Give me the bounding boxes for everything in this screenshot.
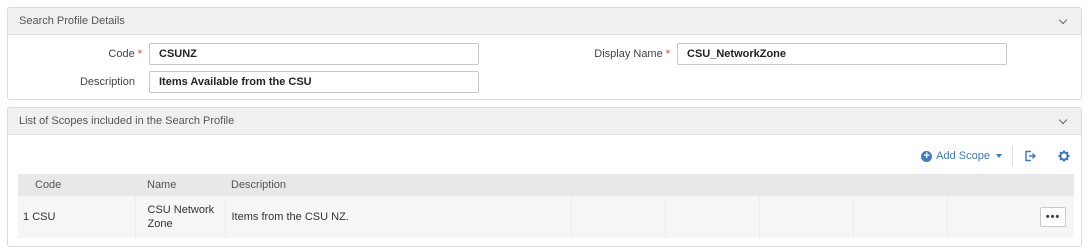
scope-description: Items from the CSU NZ. [225, 196, 572, 238]
details-panel-header[interactable]: Search Profile Details [8, 8, 1081, 35]
row-actions-cell: ••• [947, 196, 1074, 238]
cell-code: 1 CSU [18, 196, 136, 238]
table-row[interactable]: 1 CSU CSU Network Zone Items from the CS… [18, 196, 1074, 238]
add-scope-label: Add Scope [936, 150, 990, 162]
empty-cell [759, 196, 854, 238]
description-row: Description Items Available from the CSU [8, 71, 1081, 93]
caret-down-icon [996, 154, 1002, 158]
empty-cell [853, 196, 948, 238]
description-field[interactable]: Items Available from the CSU [149, 71, 479, 93]
empty-cell [665, 196, 760, 238]
display-name-label: Display Name * [594, 48, 670, 60]
row-index: 1 [23, 211, 30, 223]
column-header-code[interactable]: Code [18, 174, 135, 196]
scopes-table: Code Name Description 1 CSU CSU Network … [18, 174, 1074, 238]
gear-icon [1058, 150, 1070, 162]
row-actions-button[interactable]: ••• [1040, 207, 1066, 227]
required-marker: * [137, 48, 142, 60]
scopes-panel-header[interactable]: List of Scopes included in the Search Pr… [8, 108, 1081, 135]
export-button[interactable] [1013, 146, 1047, 166]
code-field[interactable]: CSUNZ [149, 43, 479, 65]
display-name-field[interactable]: CSU_NetworkZone [677, 43, 1007, 65]
table-header-row: Code Name Description [18, 174, 1074, 196]
chevron-down-icon[interactable] [1058, 15, 1068, 24]
search-profile-details-panel: Search Profile Details Code * CSUNZ Displ… [7, 7, 1082, 100]
settings-button[interactable] [1047, 146, 1081, 166]
export-icon [1025, 150, 1036, 162]
column-header-description[interactable]: Description [225, 174, 571, 196]
chevron-down-icon[interactable] [1058, 115, 1068, 124]
description-label: Description [79, 76, 135, 88]
details-panel-title: Search Profile Details [19, 15, 125, 27]
scopes-panel-title: List of Scopes included in the Search Pr… [19, 115, 235, 127]
scope-name: CSU Network Zone [135, 196, 226, 238]
column-header-name[interactable]: Name [135, 174, 225, 196]
add-scope-button[interactable]: + Add Scope [921, 146, 1013, 166]
scope-code: CSU [32, 211, 56, 223]
code-row: Code * CSUNZ Display Name * CSU_NetworkZon… [8, 43, 1081, 65]
plus-circle-icon: + [921, 150, 933, 162]
code-label: Code * [108, 48, 142, 60]
required-marker: * [665, 48, 670, 60]
scopes-toolbar: + Add Scope [921, 146, 1081, 166]
scopes-panel: List of Scopes included in the Search Pr… [7, 107, 1082, 247]
empty-cell [571, 196, 666, 238]
